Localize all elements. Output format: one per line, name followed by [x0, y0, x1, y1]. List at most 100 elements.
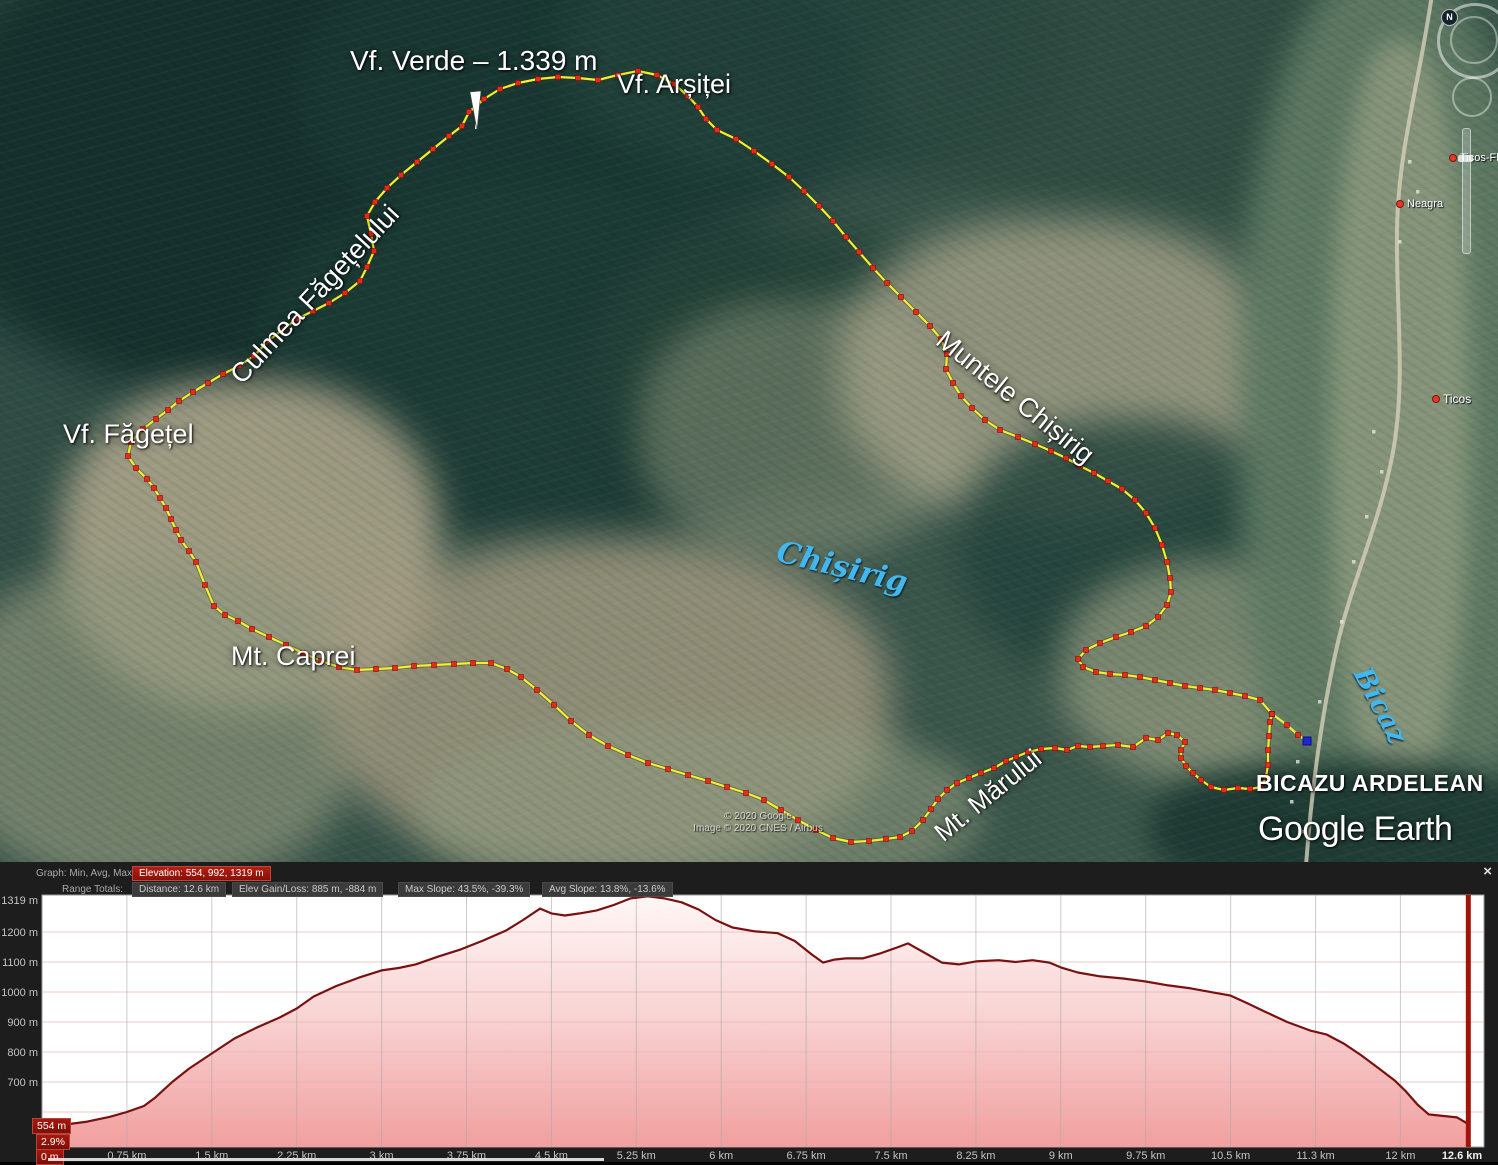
waypoint-marker[interactable]	[1179, 748, 1184, 753]
waypoint-marker[interactable]	[983, 418, 988, 423]
waypoint-marker[interactable]	[145, 477, 150, 482]
waypoint-marker[interactable]	[1129, 630, 1134, 635]
waypoint-marker[interactable]	[921, 818, 926, 823]
waypoint-marker[interactable]	[1088, 745, 1093, 750]
waypoint-marker[interactable]	[431, 147, 436, 152]
waypoint-marker[interactable]	[831, 219, 836, 224]
route-start-marker[interactable]	[1303, 737, 1311, 745]
waypoint-marker[interactable]	[203, 583, 208, 588]
compass-north-button[interactable]: N	[1441, 9, 1458, 26]
waypoint-marker[interactable]	[706, 779, 711, 784]
waypoint-marker[interactable]	[1213, 688, 1218, 693]
waypoint-marker[interactable]	[1168, 681, 1173, 686]
waypoint-marker[interactable]	[686, 773, 691, 778]
waypoint-marker[interactable]	[1169, 590, 1174, 595]
waypoint-marker[interactable]	[482, 97, 487, 102]
waypoint-marker[interactable]	[212, 604, 217, 609]
waypoint-marker[interactable]	[415, 160, 420, 165]
close-profile-button[interactable]: ×	[1483, 864, 1492, 879]
waypoint-marker[interactable]	[1183, 740, 1188, 745]
waypoint-marker[interactable]	[1133, 498, 1138, 503]
waypoint-marker[interactable]	[1123, 673, 1128, 678]
waypoint-marker[interactable]	[1098, 641, 1103, 646]
waypoint-marker[interactable]	[374, 667, 379, 672]
waypoint-marker[interactable]	[1144, 624, 1149, 629]
waypoint-marker[interactable]	[1033, 442, 1038, 447]
waypoint-marker[interactable]	[951, 381, 956, 386]
waypoint-marker[interactable]	[1153, 678, 1158, 683]
waypoint-marker[interactable]	[1266, 748, 1271, 753]
waypoint-marker[interactable]	[1296, 733, 1301, 738]
waypoint-marker[interactable]	[519, 675, 524, 680]
waypoint-marker[interactable]	[1258, 698, 1263, 703]
waypoint-marker[interactable]	[236, 619, 241, 624]
waypoint-marker[interactable]	[970, 406, 975, 411]
waypoint-marker[interactable]	[1081, 665, 1086, 670]
waypoint-marker[interactable]	[1101, 744, 1106, 749]
waypoint-marker[interactable]	[1156, 738, 1161, 743]
waypoint-marker[interactable]	[885, 281, 890, 286]
waypoint-marker[interactable]	[967, 776, 972, 781]
waypoint-marker[interactable]	[998, 428, 1003, 433]
waypoint-marker[interactable]	[536, 77, 541, 82]
waypoint-marker[interactable]	[1153, 526, 1158, 531]
waypoint-marker[interactable]	[393, 666, 398, 671]
waypoint-marker[interactable]	[498, 87, 503, 92]
waypoint-marker[interactable]	[1236, 786, 1241, 791]
waypoint-marker[interactable]	[223, 613, 228, 618]
waypoint-marker[interactable]	[715, 128, 720, 133]
waypoint-marker[interactable]	[358, 279, 363, 284]
waypoint-marker[interactable]	[535, 688, 540, 693]
waypoint-marker[interactable]	[1076, 657, 1081, 662]
waypoint-marker[interactable]	[1156, 615, 1161, 620]
waypoint-marker[interactable]	[489, 661, 494, 666]
waypoint-marker[interactable]	[849, 840, 854, 845]
waypoint-marker[interactable]	[959, 394, 964, 399]
profile-scrollbar[interactable]	[48, 1158, 604, 1161]
waypoint-marker[interactable]	[177, 399, 182, 404]
waypoint-marker[interactable]	[1138, 675, 1143, 680]
waypoint-marker[interactable]	[505, 667, 510, 672]
route-waypoint-markers[interactable]	[126, 69, 1310, 845]
waypoint-marker[interactable]	[1184, 764, 1189, 769]
waypoint-marker[interactable]	[365, 265, 370, 270]
waypoint-marker[interactable]	[704, 117, 709, 122]
waypoint-marker[interactable]	[831, 836, 836, 841]
move-joystick-ring[interactable]	[1452, 77, 1492, 117]
waypoint-marker[interactable]	[787, 175, 792, 180]
waypoint-marker[interactable]	[1243, 694, 1248, 699]
waypoint-marker[interactable]	[1268, 720, 1273, 725]
waypoint-marker[interactable]	[1160, 543, 1165, 548]
waypoint-marker[interactable]	[867, 839, 872, 844]
waypoint-marker[interactable]	[936, 797, 941, 802]
waypoint-marker[interactable]	[1049, 449, 1054, 454]
waypoint-marker[interactable]	[191, 390, 196, 395]
waypoint-marker[interactable]	[552, 703, 557, 708]
waypoint-marker[interactable]	[158, 496, 163, 501]
waypoint-marker[interactable]	[1199, 778, 1204, 783]
waypoint-marker[interactable]	[944, 367, 949, 372]
waypoint-marker[interactable]	[596, 78, 601, 83]
look-joystick-inner[interactable]	[1450, 16, 1498, 64]
waypoint-marker[interactable]	[166, 408, 171, 413]
waypoint-marker[interactable]	[467, 110, 472, 115]
waypoint-marker[interactable]	[979, 771, 984, 776]
waypoint-marker[interactable]	[1165, 560, 1170, 565]
waypoint-marker[interactable]	[734, 137, 739, 142]
waypoint-marker[interactable]	[1076, 744, 1081, 749]
waypoint-marker[interactable]	[179, 538, 184, 543]
waypoint-marker[interactable]	[152, 486, 157, 491]
waypoint-marker[interactable]	[696, 105, 701, 110]
waypoint-marker[interactable]	[169, 517, 174, 522]
waypoint-marker[interactable]	[460, 124, 465, 129]
waypoint-marker[interactable]	[187, 549, 192, 554]
waypoint-marker[interactable]	[343, 291, 348, 296]
waypoint-marker[interactable]	[752, 149, 757, 154]
waypoint-marker[interactable]	[1166, 731, 1171, 736]
waypoint-marker[interactable]	[1209, 785, 1214, 790]
waypoint-marker[interactable]	[1191, 771, 1196, 776]
waypoint-marker[interactable]	[174, 528, 179, 533]
waypoint-marker[interactable]	[1168, 576, 1173, 581]
waypoint-marker[interactable]	[1016, 435, 1021, 440]
waypoint-marker[interactable]	[929, 807, 934, 812]
